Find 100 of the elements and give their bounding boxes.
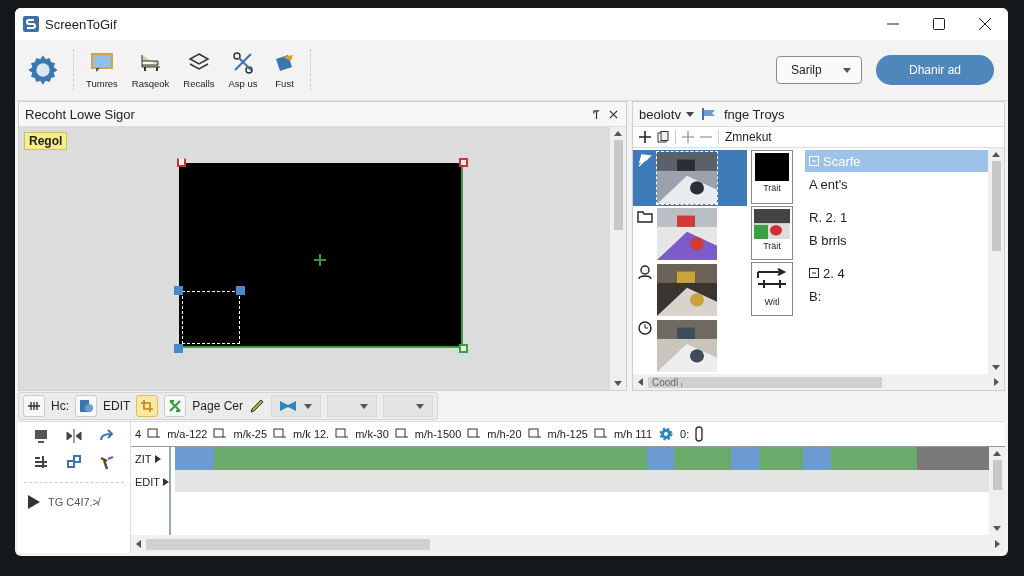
add-icon	[682, 131, 694, 143]
app-logo-icon	[23, 16, 39, 32]
scroll-down-icon[interactable]	[992, 365, 1000, 370]
timeline-clip[interactable]	[917, 447, 989, 470]
tool-button[interactable]: Asp us	[222, 49, 264, 91]
scroll-up-icon[interactable]	[614, 131, 622, 136]
track-label: ZIT	[135, 452, 152, 465]
tool-button[interactable]: Tumres	[80, 49, 124, 91]
frame-info: B:	[809, 288, 822, 304]
timeline-clip[interactable]	[759, 447, 803, 470]
ruler-label: m/h-125	[547, 428, 588, 440]
scroll-down-icon[interactable]	[993, 526, 1001, 531]
settings-icon[interactable]	[658, 426, 675, 442]
link-icon[interactable]	[66, 454, 82, 470]
frame-info: 2. 4	[823, 265, 845, 281]
horizontal-scrollbar[interactable]: Coodl ᵢ	[633, 374, 1004, 390]
ruler-label: m/k-25	[233, 428, 268, 440]
vertical-scrollbar[interactable]	[610, 127, 626, 390]
scroll-down-icon[interactable]	[614, 381, 622, 386]
frame-icon	[527, 428, 542, 440]
vertical-scrollbar[interactable]	[989, 447, 1005, 535]
split-icon[interactable]	[66, 428, 82, 444]
ruler-label: 4	[135, 428, 142, 440]
timeline-clip[interactable]	[674, 447, 732, 470]
close-icon[interactable]	[609, 109, 618, 119]
copy-icon[interactable]	[657, 131, 669, 143]
person-icon	[637, 264, 653, 280]
vertical-scrollbar[interactable]	[988, 148, 1004, 374]
play-icon[interactable]	[28, 495, 40, 509]
pin-icon	[637, 152, 653, 168]
caret-icon	[304, 403, 313, 409]
edit-button[interactable]	[75, 395, 97, 417]
scroll-up-icon[interactable]	[992, 152, 1000, 157]
scroll-right-icon[interactable]	[995, 540, 1000, 548]
track-label: EDIT	[135, 475, 161, 488]
panel-title: fnge Troys	[723, 106, 785, 122]
document-icon	[79, 399, 93, 413]
tool-button[interactable]: Recalls	[177, 49, 221, 91]
ruler-label: m/k-30	[355, 428, 389, 440]
settings-icon[interactable]	[27, 54, 59, 86]
ruler-label: m/h-20	[487, 428, 522, 440]
frame-icon	[335, 428, 350, 440]
pin-icon[interactable]	[592, 108, 601, 120]
timeline-clip[interactable]	[731, 447, 760, 470]
crop-icon	[140, 399, 155, 413]
resize-handle[interactable]	[236, 286, 245, 295]
mode-dropdown[interactable]: Sarilp	[776, 56, 862, 84]
pen-icon[interactable]	[249, 398, 266, 414]
frame-info: R. 2. 1	[809, 209, 848, 225]
tool-button[interactable]: Rasqeok	[125, 49, 176, 91]
resize-handle[interactable]	[459, 158, 468, 167]
caret-icon	[685, 111, 694, 117]
frame-icon	[809, 268, 819, 278]
screen-icon[interactable]	[32, 428, 49, 444]
merge-icon[interactable]	[32, 454, 49, 470]
resize-button[interactable]	[164, 395, 187, 417]
capture-region[interactable]	[179, 163, 463, 348]
hammer-icon[interactable]	[99, 454, 116, 470]
tool-button[interactable]: Fust	[265, 49, 304, 91]
flag-icon	[701, 108, 716, 120]
move-icon[interactable]	[313, 253, 327, 267]
resize-icon	[168, 399, 183, 413]
resize-handle[interactable]	[459, 344, 468, 353]
resize-handle[interactable]	[174, 344, 183, 353]
frame-row[interactable]	[633, 150, 747, 206]
clock-icon	[637, 320, 653, 336]
frame-icon	[809, 156, 819, 166]
frame-info: Scarfe	[823, 153, 861, 169]
add-icon[interactable]	[639, 131, 651, 143]
window-title: ScreenToGif	[45, 16, 117, 32]
frame-info: A ent's	[809, 176, 848, 192]
frame-dropdown[interactable]	[271, 395, 322, 417]
scroll-right-icon[interactable]	[994, 378, 999, 386]
ruler-button[interactable]	[23, 395, 45, 417]
scroll-left-icon[interactable]	[136, 540, 141, 548]
primary-button[interactable]: Dhanir ad	[876, 55, 994, 85]
timeline-clip[interactable]	[214, 447, 648, 470]
caret-icon	[360, 403, 369, 409]
resize-handle[interactable]	[174, 286, 183, 295]
ruler-label: m/a-122	[167, 428, 208, 440]
monitor-icon	[88, 51, 115, 75]
horizontal-scrollbar[interactable]	[131, 535, 1005, 553]
playback-label: TG C4I7.≯	[48, 496, 100, 508]
timeline-clip[interactable]	[830, 447, 918, 470]
frame-preview: Witl	[751, 262, 793, 316]
view-menu[interactable]: beolotv	[639, 106, 694, 122]
timeline-clip[interactable]	[803, 447, 831, 470]
timeline-clip[interactable]	[647, 447, 675, 470]
bowtie-icon	[280, 401, 297, 411]
clip-icon[interactable]	[695, 426, 704, 442]
timeline-clip[interactable]	[175, 447, 215, 470]
toolbar-label: Zmnekut	[725, 130, 772, 144]
folder-icon	[637, 208, 653, 224]
scroll-up-icon[interactable]	[993, 451, 1001, 456]
frame-icon	[147, 428, 162, 440]
maximize-icon	[933, 18, 945, 30]
expand-icon[interactable]	[154, 454, 161, 463]
frame-info: B brrls	[809, 232, 847, 248]
scroll-left-icon[interactable]	[638, 378, 643, 386]
ruler-label: 0:	[680, 428, 690, 440]
